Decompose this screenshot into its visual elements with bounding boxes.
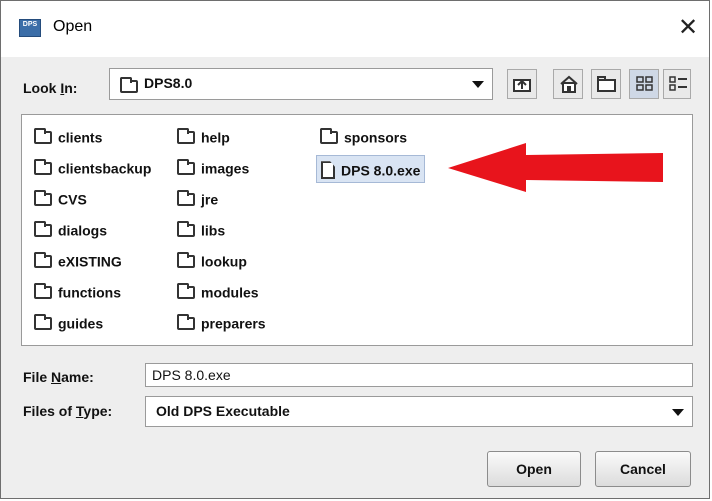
folder-icon	[120, 77, 138, 94]
home-button[interactable]	[553, 69, 583, 99]
file-name-label: File Name:	[23, 369, 94, 385]
details-view-icon	[669, 76, 687, 91]
file-name-input[interactable]: DPS 8.0.exe	[145, 363, 693, 387]
new-folder-button[interactable]	[591, 69, 621, 99]
file-type-value: Old DPS Executable	[156, 403, 290, 419]
arrow-shape	[448, 143, 663, 192]
look-in-value: DPS8.0	[144, 75, 193, 91]
close-icon[interactable]: ✕	[673, 13, 703, 43]
file-type-combo[interactable]: Old DPS Executable	[145, 396, 693, 427]
details-view-button[interactable]	[663, 69, 691, 99]
title-bar: DPS Open ✕	[1, 1, 709, 57]
open-dialog: DPS Open ✕ Look In: DPS8.0 clients clien…	[0, 0, 710, 499]
up-one-level-icon	[513, 79, 531, 92]
list-view-button[interactable]	[629, 69, 659, 99]
look-in-label: Look In:	[23, 80, 78, 96]
app-icon: DPS	[19, 19, 41, 37]
new-folder-icon	[597, 76, 616, 92]
file-type-label: Files of Type:	[23, 403, 113, 419]
home-icon	[560, 75, 578, 93]
open-button[interactable]: Open	[487, 451, 581, 487]
up-one-level-button[interactable]	[507, 69, 537, 99]
cancel-button[interactable]: Cancel	[595, 451, 691, 487]
red-arrow-annotation	[448, 143, 663, 192]
list-view-icon	[636, 76, 653, 91]
chevron-down-icon	[672, 409, 684, 416]
chevron-down-icon	[472, 81, 484, 88]
window-title: Open	[53, 18, 93, 35]
file-list-pane[interactable]: clients clientsbackup CVS dialogs eXISTI…	[21, 114, 693, 346]
look-in-combo[interactable]: DPS8.0	[109, 68, 493, 100]
